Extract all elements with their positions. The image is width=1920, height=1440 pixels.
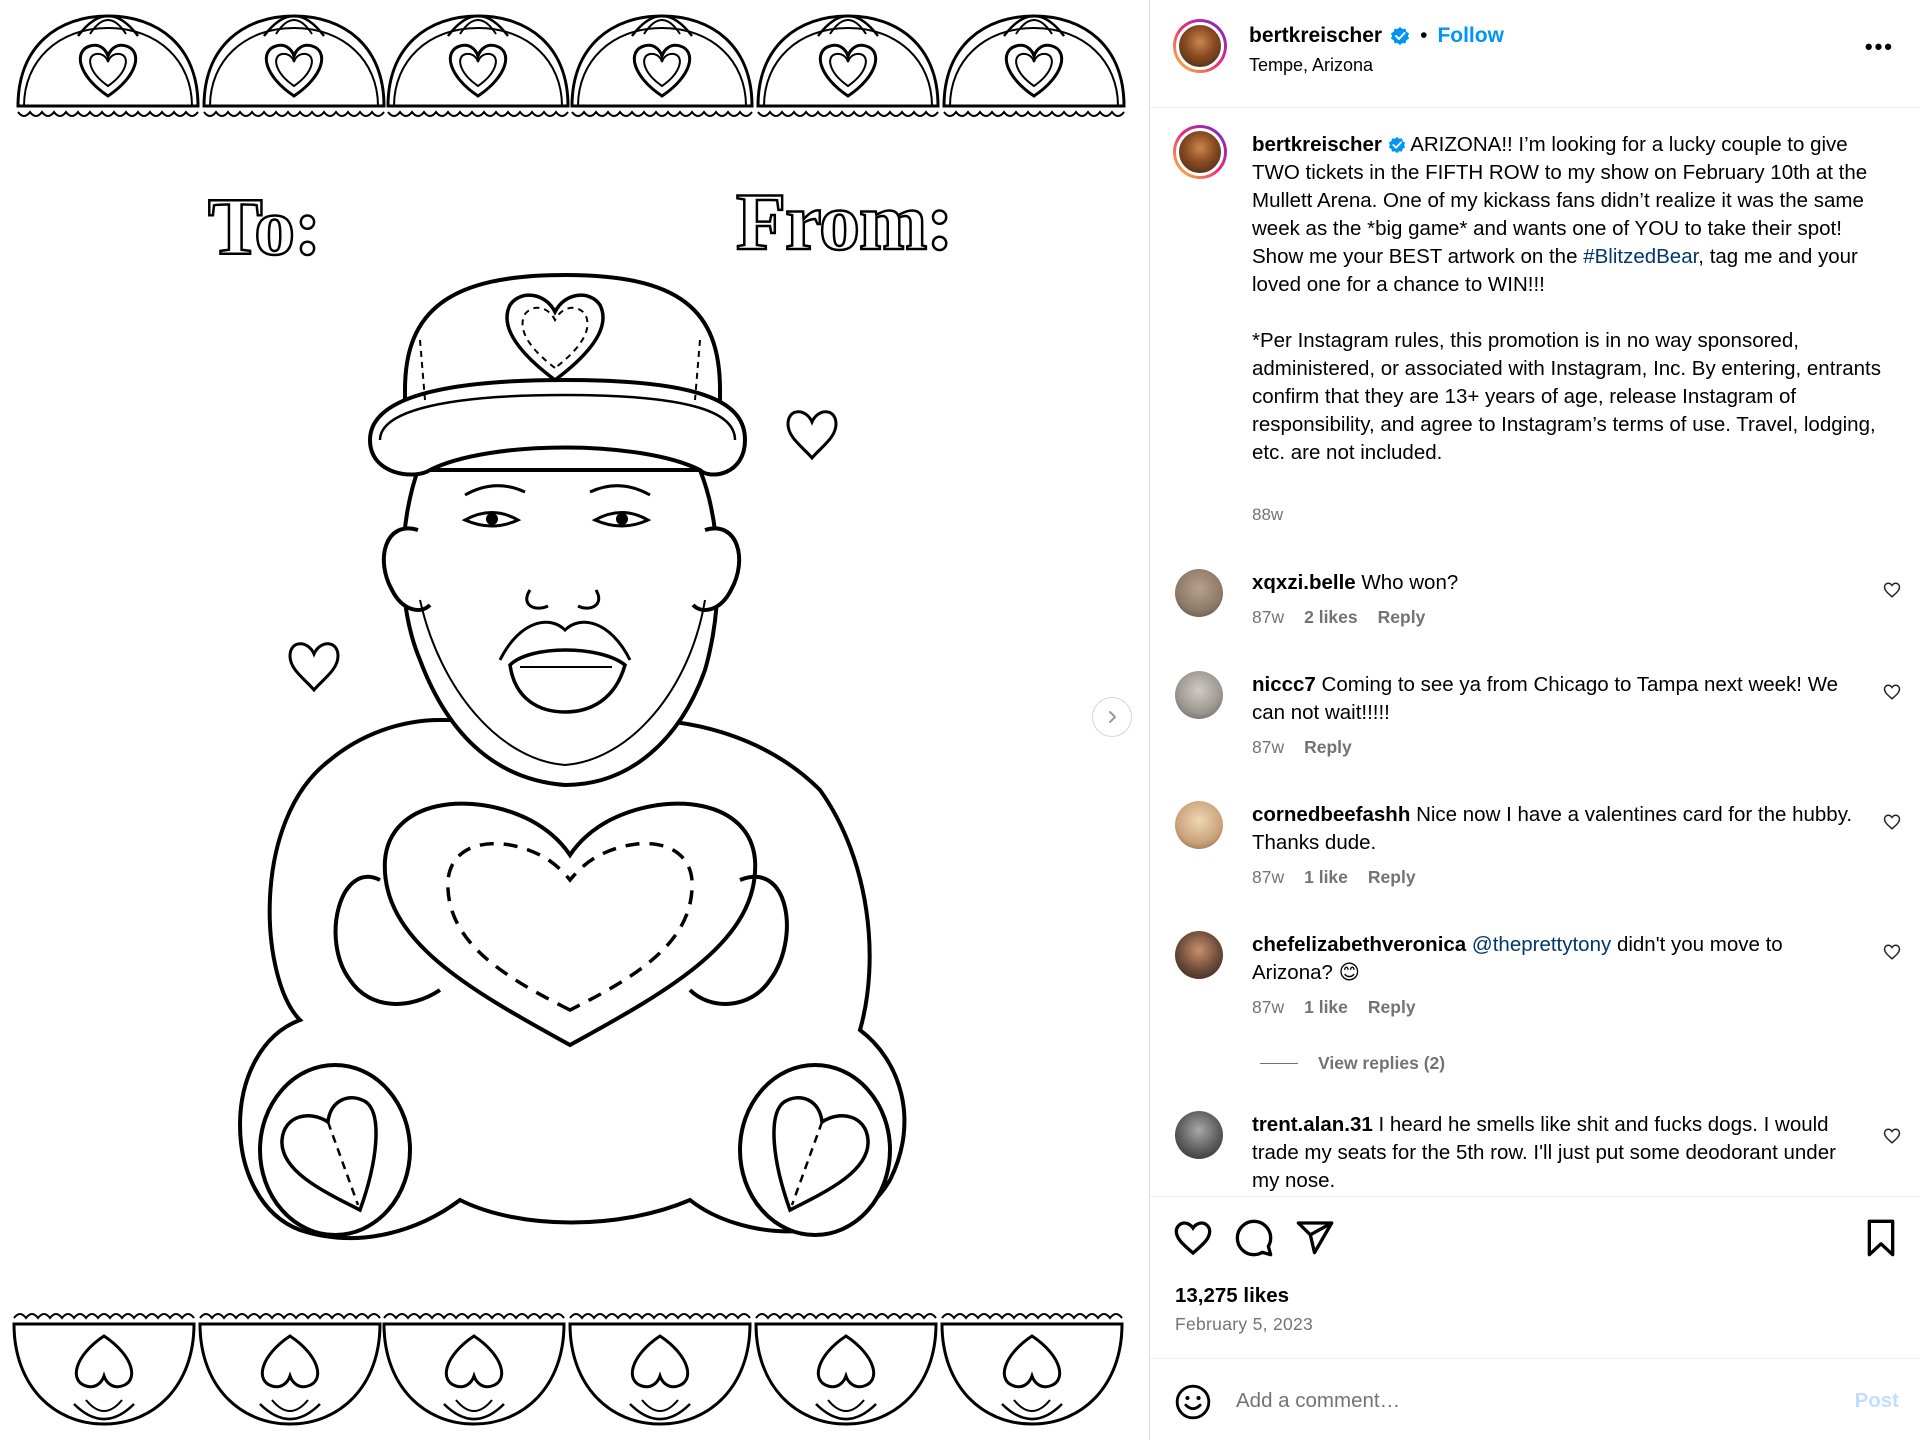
to-label: To: [207, 180, 323, 274]
comment-likes[interactable]: 1 like [1304, 867, 1348, 888]
comment-avatar[interactable] [1175, 569, 1223, 617]
like-comment-heart-icon[interactable] [1883, 813, 1901, 831]
chevron-right-icon [1109, 711, 1116, 723]
comment-mention[interactable]: @theprettytony [1472, 933, 1611, 956]
header-separator: • [1420, 24, 1428, 47]
verified-badge-icon [1388, 136, 1405, 154]
post-header: bertkreischer • Follow [1249, 24, 1504, 48]
view-replies-label: View replies (2) [1318, 1053, 1446, 1073]
comment-meta: 87w Reply [1252, 737, 1352, 758]
next-media-button[interactable] [1092, 697, 1132, 737]
post-media: To: From: [0, 0, 1148, 1440]
more-options-button[interactable]: ••• [1865, 34, 1894, 60]
caption-hashtag[interactable]: #BlitzedBear [1583, 245, 1698, 268]
comment-username[interactable]: chefelizabethveronica [1252, 933, 1466, 956]
like-comment-heart-icon[interactable] [1883, 943, 1901, 961]
comment-time[interactable]: 87w [1252, 997, 1284, 1018]
share-paper-plane-icon[interactable] [1295, 1218, 1335, 1258]
like-heart-icon[interactable] [1173, 1218, 1213, 1258]
post-comment-button[interactable]: Post [1855, 1389, 1899, 1413]
caption-timestamp[interactable]: 88w [1252, 505, 1283, 525]
like-comment-heart-icon[interactable] [1883, 683, 1901, 701]
caption-disclaimer: *Per Instagram rules, this promotion is … [1252, 329, 1881, 464]
comment-username[interactable]: trent.alan.31 [1252, 1113, 1373, 1136]
like-comment-heart-icon[interactable] [1883, 581, 1901, 599]
comment-time[interactable]: 87w [1252, 867, 1284, 888]
comment-meta: 87w 1 like Reply [1252, 997, 1416, 1018]
post-date[interactable]: February 5, 2023 [1175, 1314, 1313, 1335]
comment-meta: 87w 1 like Reply [1252, 867, 1416, 888]
post-location[interactable]: Tempe, Arizona [1249, 55, 1373, 76]
comment-time[interactable]: 87w [1252, 607, 1284, 628]
comment-username[interactable]: niccc7 [1252, 673, 1316, 696]
author-username[interactable]: bertkreischer [1249, 24, 1382, 48]
comment-meta: 87w 2 likes Reply [1252, 607, 1425, 628]
reply-button[interactable]: Reply [1304, 737, 1352, 758]
post-details-panel: bertkreischer • Follow Tempe, Arizona ••… [1149, 0, 1920, 1440]
comment-avatar[interactable] [1175, 931, 1223, 979]
caption-author-avatar[interactable] [1173, 125, 1227, 179]
reply-button[interactable]: Reply [1368, 867, 1416, 888]
comment-text: Who won? [1361, 571, 1459, 594]
post-caption: bertkreischer ARIZONA!! I’m looking for … [1252, 131, 1892, 467]
caption-username[interactable]: bertkreischer [1252, 133, 1382, 156]
view-replies-button[interactable]: View replies (2) [1260, 1053, 1445, 1074]
comment-likes[interactable]: 2 likes [1304, 607, 1358, 628]
emoji-icon[interactable] [1174, 1383, 1212, 1421]
header-divider [1150, 107, 1920, 108]
follow-button[interactable]: Follow [1437, 24, 1504, 48]
comment-avatar[interactable] [1175, 801, 1223, 849]
coloring-page-illustration [12, 14, 1126, 1426]
from-label: From: [735, 175, 955, 269]
save-bookmark-icon[interactable] [1861, 1218, 1901, 1258]
comments-divider [1150, 1196, 1920, 1197]
comment-likes[interactable]: 1 like [1304, 997, 1348, 1018]
comment-input[interactable] [1236, 1379, 1796, 1423]
author-avatar[interactable] [1173, 19, 1227, 73]
comment-username[interactable]: xqxzi.belle [1252, 571, 1356, 594]
reply-button[interactable]: Reply [1378, 607, 1426, 628]
comment-username[interactable]: cornedbeefashh [1252, 803, 1410, 826]
verified-badge-icon [1391, 27, 1410, 45]
action-bar [1150, 1218, 1920, 1262]
like-comment-heart-icon[interactable] [1883, 1127, 1901, 1145]
reply-button[interactable]: Reply [1368, 997, 1416, 1018]
comment-avatar[interactable] [1175, 671, 1223, 719]
comment-avatar[interactable] [1175, 1111, 1223, 1159]
likes-count[interactable]: 13,275 likes [1175, 1284, 1289, 1308]
comment-time[interactable]: 87w [1252, 737, 1284, 758]
add-comment-bar: Post [1150, 1358, 1920, 1440]
comment-text: Coming to see ya from Chicago to Tampa n… [1252, 673, 1839, 724]
replies-line [1260, 1063, 1298, 1064]
comment-bubble-icon[interactable] [1234, 1218, 1274, 1258]
